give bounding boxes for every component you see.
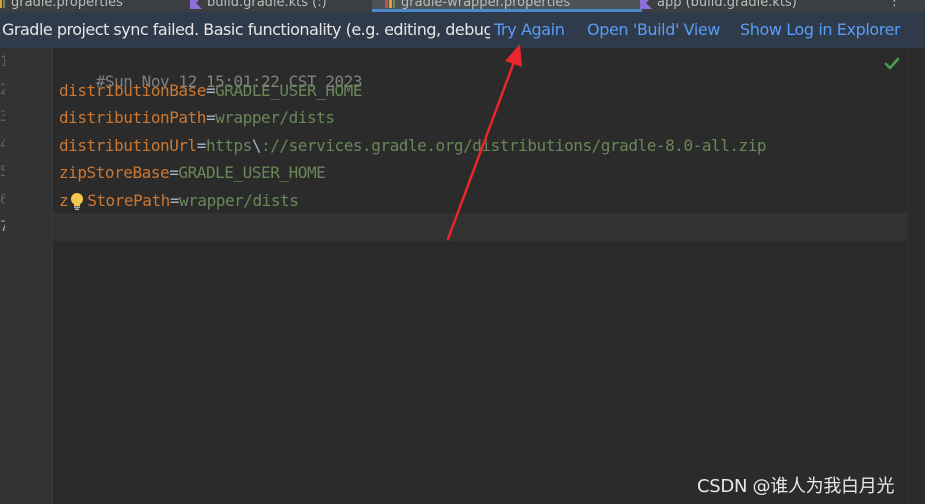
separator: = [205,81,216,100]
properties-file-icon [384,0,396,9]
code-line-4: distributionUrl=https\://services.gradle… [59,136,767,155]
property-value: ://services.gradle.org/distributions/gra… [261,136,767,155]
line-number: 4 [0,137,5,153]
code-line-2: distributionBase=GRADLE_USER_HOME [59,81,363,100]
banner-message: Gradle project sync failed. Basic functi… [2,20,490,39]
tab-label: build.gradle.kts (:) [207,0,327,10]
sync-failed-banner: Gradle project sync failed. Basic functi… [0,12,925,49]
code-line-6: z StorePath=wrapper/dists [59,191,299,210]
lightbulb-icon[interactable] [69,192,85,210]
separator: = [169,163,179,182]
editor-tab-bar: gradle.properties build.gradle.kts (:) g… [0,0,925,12]
properties-file-icon [0,0,6,9]
property-value: wrapper/dists [215,108,335,127]
tab-label: app (build.gradle.kts) [657,0,797,10]
separator: = [205,108,216,127]
kotlin-file-icon [190,0,202,9]
show-log-in-explorer-link[interactable]: Show Log in Explorer [740,20,901,39]
checkmark-icon[interactable] [883,55,901,73]
try-again-link[interactable]: Try Again [494,20,565,39]
escape-char: \ [251,136,262,155]
property-key: distributionPath [59,108,206,127]
property-key: StorePath [87,191,170,210]
property-value: GRADLE_USER_HOME [215,81,363,100]
property-key: distributionUrl [59,136,197,155]
tab-label: gradle-wrapper.properties [401,0,571,10]
line-number-gutter[interactable]: 1 2 3 4 5 6 7 [0,48,53,504]
line-number: 3 [0,109,5,125]
watermark: CSDN @谁人为我白月光 [697,476,895,497]
line-number: 5 [0,164,5,180]
code-line-3: distributionPath=wrapper/dists [59,108,335,127]
line-number: 2 [0,82,5,98]
property-key: distributionBase [59,81,206,100]
tab-label: gradle.properties [11,0,123,10]
property-value: wrapper/dists [179,191,299,210]
property-value: https [205,136,252,155]
line-number: 6 [0,192,5,208]
separator: = [196,136,207,155]
tab-gradle-wrapper-properties[interactable]: gradle-wrapper.properties [372,0,642,12]
property-key: z [59,191,69,210]
separator: = [169,191,180,210]
tab-overflow-icon[interactable]: ⋮ [888,0,901,9]
tab-build-gradle-kts-root[interactable]: build.gradle.kts (:) [190,0,327,12]
current-line-highlight [53,213,908,241]
kotlin-file-icon [640,0,652,9]
line-number: 1 [0,54,5,70]
code-editor[interactable]: #Sun Nov 12 15:01:22 CST 2023 distributi… [53,48,908,504]
tab-app-build-gradle-kts[interactable]: app (build.gradle.kts) [640,0,797,12]
property-key: zipStoreBase [59,163,170,182]
editor-scrollbar[interactable] [907,48,925,504]
tab-gradle-properties[interactable]: gradle.properties [0,0,123,12]
code-line-5: zipStoreBase=GRADLE_USER_HOME [59,163,326,182]
line-number-current: 7 [0,219,5,235]
open-build-view-link[interactable]: Open 'Build' View [587,20,720,39]
property-value: GRADLE_USER_HOME [178,163,326,182]
